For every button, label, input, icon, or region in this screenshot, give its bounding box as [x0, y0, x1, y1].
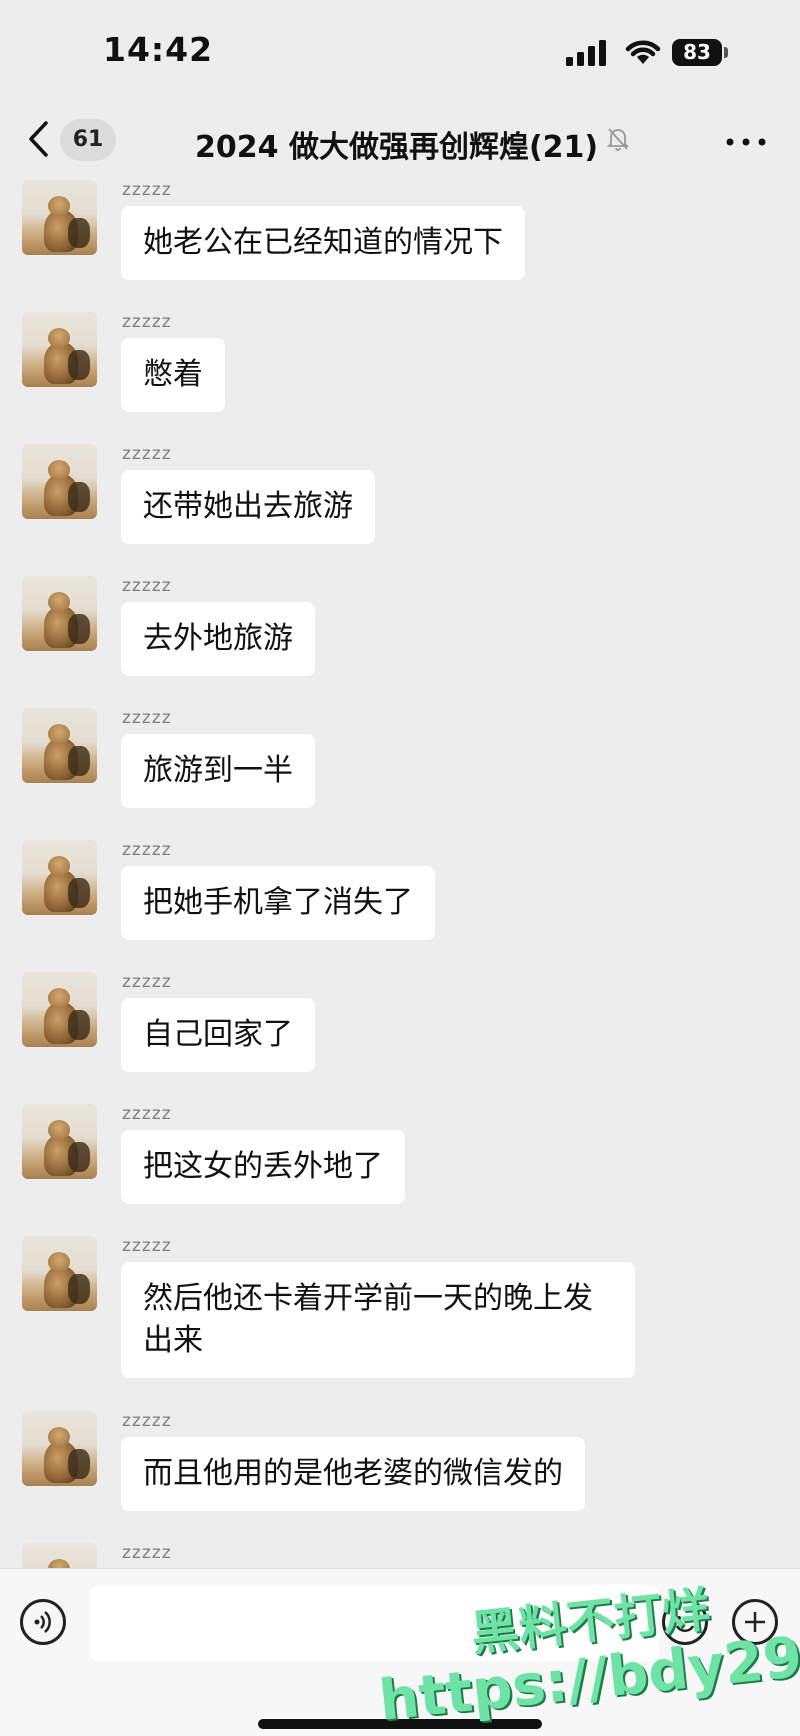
message-bubble[interactable]: 去外地旅游	[121, 602, 315, 676]
plus-icon	[745, 1612, 765, 1632]
avatar[interactable]	[22, 708, 97, 783]
chevron-left-icon[interactable]	[26, 120, 50, 158]
avatar[interactable]	[22, 1543, 97, 1568]
avatar[interactable]	[22, 576, 97, 651]
message-bubble[interactable]: 她老公在已经知道的情况下	[121, 206, 525, 280]
message-bubble[interactable]: 把她手机拿了消失了	[121, 866, 435, 940]
message-bubble[interactable]: 憋着	[121, 338, 225, 412]
more-dots-icon[interactable]	[726, 138, 766, 146]
sender-name: zzzzz	[122, 1104, 172, 1124]
emoji-icon	[675, 1616, 695, 1633]
avatar[interactable]	[22, 180, 97, 255]
sender-name: zzzzz	[122, 312, 172, 332]
message-input[interactable]	[90, 1585, 659, 1661]
avatar[interactable]	[22, 840, 97, 915]
add-attachment-button[interactable]	[732, 1599, 778, 1645]
unread-count-badge[interactable]: 61	[60, 119, 116, 161]
home-indicator[interactable]	[258, 1719, 542, 1729]
sender-name: zzzzz	[122, 180, 172, 200]
chat-header: 61 2024 做大做强再创辉煌(21)	[0, 100, 800, 180]
message-bubble[interactable]: 而且他用的是他老婆的微信发的	[121, 1437, 585, 1511]
message-bubble[interactable]: 然后他还卡着开学前一天的晚上发出来	[121, 1262, 635, 1378]
cellular-signal-icon	[566, 40, 606, 66]
emoji-button[interactable]	[662, 1599, 708, 1645]
sender-name: zzzzz	[122, 444, 172, 464]
battery-nub	[724, 47, 728, 58]
sender-name: zzzzz	[122, 840, 172, 860]
avatar[interactable]	[22, 1236, 97, 1311]
message-list[interactable]: zzzzz 她老公在已经知道的情况下 zzzzz 憋着 zzzzz 还带她出去旅…	[0, 180, 800, 1568]
message-bubble[interactable]: 把这女的丢外地了	[121, 1130, 405, 1204]
wifi-icon	[625, 40, 661, 64]
avatar[interactable]	[22, 1104, 97, 1179]
sender-name: zzzzz	[122, 576, 172, 596]
chat-title[interactable]: 2024 做大做强再创辉煌(21)	[195, 122, 598, 166]
avatar[interactable]	[22, 444, 97, 519]
status-time: 14:42	[103, 30, 214, 69]
sender-name: zzzzz	[122, 708, 172, 728]
avatar[interactable]	[22, 972, 97, 1047]
avatar[interactable]	[22, 312, 97, 387]
sender-name: zzzzz	[122, 1236, 172, 1256]
bell-muted-icon	[606, 128, 630, 151]
sender-name: zzzzz	[122, 1411, 172, 1431]
sender-name: zzzzz	[122, 972, 172, 992]
voice-icon	[34, 1611, 51, 1633]
message-bubble[interactable]: 自己回家了	[121, 998, 315, 1072]
status-bar: 14:42 83	[0, 0, 800, 100]
sender-name: zzzzz	[122, 1543, 172, 1563]
avatar[interactable]	[22, 1411, 97, 1486]
battery-indicator: 83	[672, 39, 722, 66]
message-bubble[interactable]: 还带她出去旅游	[121, 470, 375, 544]
voice-button[interactable]	[20, 1599, 66, 1645]
message-bubble[interactable]: 旅游到一半	[121, 734, 315, 808]
input-bar	[0, 1568, 800, 1736]
